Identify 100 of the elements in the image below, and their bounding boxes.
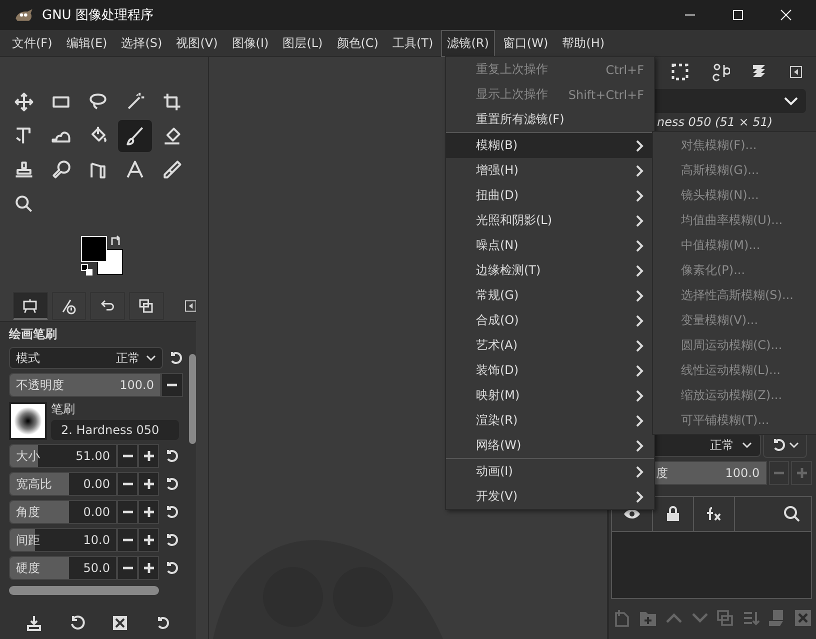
menu-item[interactable]: 映射(M) — [446, 383, 654, 408]
menu-item[interactable]: 装饰(D) — [446, 358, 654, 383]
chevron-right-icon — [636, 164, 644, 176]
menu-item[interactable]: 视图(V) — [171, 30, 223, 56]
chevron-right-icon — [636, 364, 644, 376]
reset-icon[interactable] — [164, 560, 180, 576]
mode-dropdown[interactable]: 模式 正常 — [9, 347, 163, 369]
move-icon — [13, 91, 35, 113]
reset-icon[interactable] — [164, 476, 180, 492]
visibility-eye-icon[interactable] — [623, 508, 641, 520]
increase-button[interactable] — [138, 500, 159, 524]
chevron-down-icon — [784, 96, 798, 106]
reset-icon[interactable] — [168, 350, 184, 366]
selection-icon[interactable] — [670, 62, 690, 82]
reset-icon — [771, 437, 787, 453]
menu-item[interactable]: 边缘检测(T) — [446, 258, 654, 283]
menu-item[interactable]: 工具(T) — [388, 30, 438, 56]
menu-item[interactable]: 艺术(A) — [446, 333, 654, 358]
chevron-right-icon — [636, 466, 644, 478]
menu-item[interactable]: 渲染(R) — [446, 408, 654, 433]
slider-label: 宽高比 — [16, 476, 52, 492]
menu-item[interactable]: 文件(F) — [7, 30, 58, 56]
menu-item[interactable]: 重置所有滤镜(F) — [446, 107, 654, 132]
increase-button[interactable] — [138, 556, 159, 580]
dock-menu-icon[interactable] — [184, 300, 196, 312]
menu-item[interactable]: 光照和阴影(L) — [446, 208, 654, 233]
brush-label: 笔刷 — [51, 401, 76, 418]
plus-icon — [142, 506, 154, 518]
zoom-icon — [13, 193, 35, 215]
save-icon[interactable] — [26, 615, 42, 631]
menu-item[interactable]: 增强(H) — [446, 158, 654, 183]
restore-icon[interactable] — [68, 615, 84, 631]
easel-icon — [21, 296, 40, 314]
brush-preview[interactable] — [9, 402, 47, 440]
close-icon[interactable] — [780, 9, 792, 21]
lock-icon[interactable] — [666, 506, 680, 522]
reset-icon[interactable] — [164, 448, 180, 464]
images-icon — [137, 297, 156, 315]
swap-colors-icon[interactable] — [110, 235, 122, 247]
delete-icon[interactable] — [112, 615, 128, 631]
new-group-icon[interactable] — [638, 609, 657, 627]
slider-value: 100.0 — [120, 378, 154, 392]
chevron-right-icon — [636, 340, 644, 352]
decrease-button[interactable] — [117, 500, 138, 524]
images-tab[interactable] — [128, 292, 164, 320]
menu-item[interactable]: 窗口(W) — [498, 30, 554, 56]
decrease-button[interactable] — [117, 556, 138, 580]
slider[interactable]: 间距 10.0 — [9, 528, 117, 552]
slider-label: 不透明度 — [16, 376, 64, 394]
easel-tab[interactable] — [13, 292, 48, 320]
reset-icon[interactable] — [164, 504, 180, 520]
slider[interactable]: 大小 51.00 — [9, 444, 117, 468]
info-icon — [60, 297, 78, 315]
decrease-button[interactable] — [117, 444, 138, 468]
slider[interactable]: 宽高比 0.00 — [9, 472, 117, 496]
menu-item[interactable]: 扭曲(D) — [446, 183, 654, 208]
slider-value: 10.0 — [83, 533, 110, 547]
brush-info-text: ness 050 (51 × 51) — [656, 114, 774, 129]
smudge-icon — [50, 159, 72, 181]
opacity-slider[interactable]: 不透明度 100.0 — [9, 373, 161, 397]
vertical-scrollbar[interactable] — [189, 354, 196, 444]
crop-icon — [161, 91, 183, 113]
text-glyph-icon[interactable] — [710, 62, 730, 82]
menu-item[interactable]: 编辑(E) — [61, 30, 112, 56]
info-tab[interactable] — [52, 292, 86, 320]
undo-tab[interactable] — [90, 292, 125, 320]
chevron-down-icon — [789, 441, 799, 449]
menu-item[interactable]: 常规(G) — [446, 283, 654, 308]
menu-item[interactable]: 合成(O) — [446, 308, 654, 333]
search-icon[interactable] — [783, 505, 801, 523]
effects-fx-icon[interactable] — [705, 506, 723, 522]
maximize-icon[interactable] — [732, 9, 744, 21]
plus-icon — [796, 467, 808, 479]
menu-item[interactable]: 帮助(H) — [557, 30, 610, 56]
slider-label: 大小 — [16, 448, 40, 464]
slider[interactable]: 硬度 50.0 — [9, 556, 117, 580]
menu-item[interactable]: 选择(S) — [116, 30, 168, 56]
brush-tool-button[interactable] — [118, 120, 152, 152]
slider[interactable]: 角度 0.00 — [9, 500, 117, 524]
chevron-right-icon — [636, 490, 644, 502]
increase-button[interactable] — [138, 444, 159, 468]
menu-item[interactable]: 图像(I) — [226, 30, 274, 56]
color-swatches-drawing[interactable] — [81, 236, 123, 276]
menu-item[interactable]: 颜色(C) — [332, 30, 384, 56]
increase-button[interactable] — [138, 528, 159, 552]
increase-button[interactable] — [138, 472, 159, 496]
reset-icon[interactable] — [164, 532, 180, 548]
dock-menu-icon[interactable] — [790, 66, 802, 78]
decrease-button[interactable] — [117, 528, 138, 552]
decrease-button[interactable] — [117, 472, 138, 496]
chevron-right-icon — [636, 264, 644, 276]
menu-item[interactable]: 模糊(B) — [446, 133, 654, 158]
menu-item[interactable]: 噪点(N) — [446, 233, 654, 258]
menu-item[interactable]: 滤镜(R) — [442, 30, 494, 56]
menu-item[interactable]: 开发(V) — [446, 484, 654, 509]
decrease-button[interactable] — [161, 373, 183, 397]
menu-item[interactable]: 图层(L) — [278, 30, 328, 56]
slider-label: 度 — [656, 464, 668, 482]
default-colors-icon[interactable] — [81, 264, 93, 276]
horizontal-scrollbar[interactable] — [9, 586, 159, 595]
